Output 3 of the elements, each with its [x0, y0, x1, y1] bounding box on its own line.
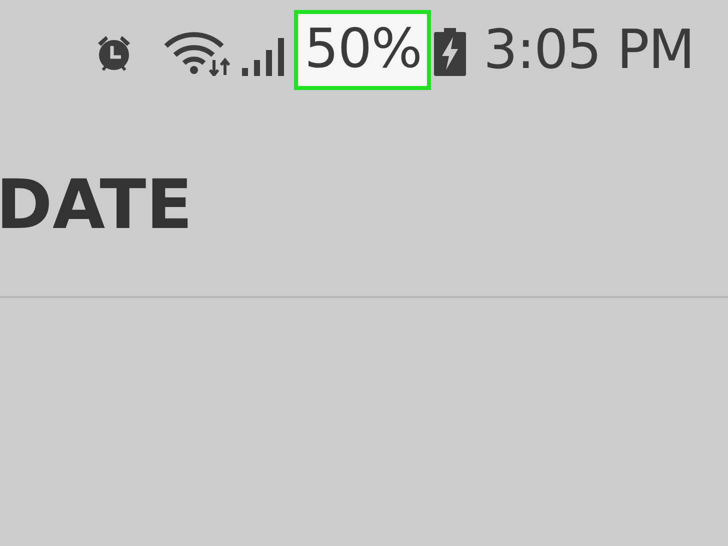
clock-time: 3:05 PM — [483, 23, 694, 77]
header-title: DATE — [0, 172, 193, 240]
battery-percent: 50% — [294, 10, 432, 90]
